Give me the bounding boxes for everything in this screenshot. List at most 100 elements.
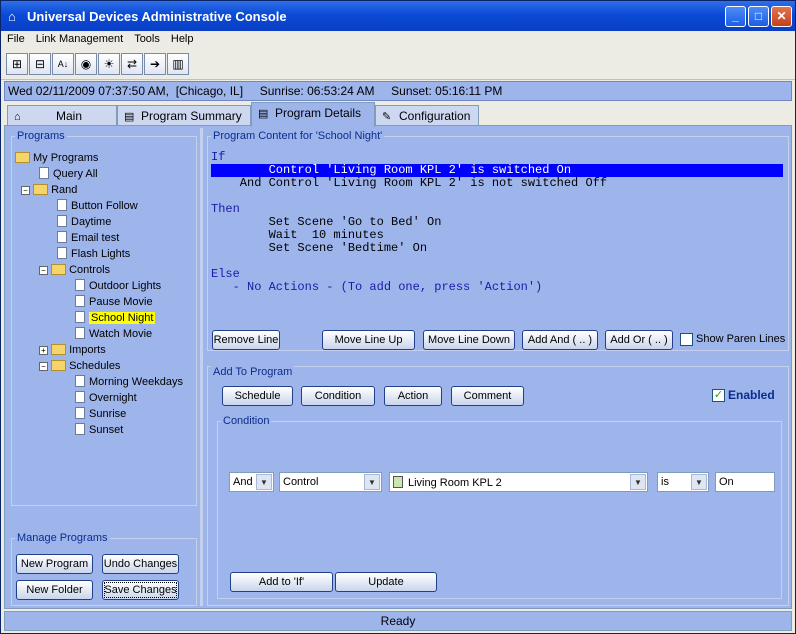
tree-item-query-all[interactable]: Query All bbox=[39, 167, 98, 181]
move-line-up-button[interactable]: Move Line Up bbox=[322, 330, 415, 350]
programs-panel-title: Programs bbox=[15, 130, 67, 142]
keypad-icon bbox=[393, 476, 403, 488]
sort-az-icon[interactable]: A↓ bbox=[52, 53, 74, 75]
tree-item-morning-weekdays[interactable]: Morning Weekdays bbox=[75, 375, 183, 389]
tree-item-controls[interactable]: − Controls bbox=[39, 263, 110, 277]
enabled-checkbox[interactable]: ✓ bbox=[712, 389, 725, 402]
folder-icon bbox=[51, 344, 67, 355]
tree-item-button-follow[interactable]: Button Follow bbox=[57, 199, 138, 213]
remove-line-button[interactable]: Remove Line bbox=[212, 330, 280, 350]
collapse-icon[interactable]: − bbox=[39, 362, 48, 371]
program-icon bbox=[75, 311, 85, 323]
program-icon bbox=[75, 295, 85, 307]
expand-all-icon[interactable]: ⊞ bbox=[6, 53, 28, 75]
undo-changes-button[interactable]: Undo Changes bbox=[102, 554, 179, 574]
tab-main[interactable]: ⌂ Main bbox=[7, 105, 117, 126]
add-to-program-title: Add To Program bbox=[211, 366, 295, 378]
condition-button[interactable]: Condition bbox=[301, 386, 375, 406]
logic-operator-select[interactable]: And ▼ bbox=[229, 472, 274, 492]
program-icon bbox=[75, 391, 85, 403]
chevron-down-icon: ▼ bbox=[256, 474, 272, 490]
then-label: Then bbox=[211, 202, 240, 216]
program-icon bbox=[75, 423, 85, 435]
arrow-right-icon[interactable]: ➔ bbox=[144, 53, 166, 75]
update-button[interactable]: Update bbox=[335, 572, 437, 592]
program-icon bbox=[75, 407, 85, 419]
if-line-1[interactable]: Control 'Living Room KPL 2' is switched … bbox=[211, 163, 571, 177]
maximize-button[interactable]: □ bbox=[748, 6, 769, 27]
tree-item-outdoor-lights[interactable]: Outdoor Lights bbox=[75, 279, 161, 293]
comparator-select[interactable]: is ▼ bbox=[657, 472, 709, 492]
new-folder-button[interactable]: New Folder bbox=[16, 580, 93, 600]
manage-programs-title: Manage Programs bbox=[15, 532, 110, 544]
folder-open-icon bbox=[51, 360, 67, 371]
document-icon: ▤ bbox=[258, 108, 269, 120]
show-paren-lines-checkbox[interactable] bbox=[680, 333, 693, 346]
tree-item-daytime[interactable]: Daytime bbox=[57, 215, 111, 229]
then-line-2[interactable]: Wait 10 minutes bbox=[211, 228, 384, 242]
tree-item-pause-movie[interactable]: Pause Movie bbox=[75, 295, 153, 309]
tab-program-summary[interactable]: ▤ Program Summary bbox=[117, 105, 251, 126]
wrench-icon: ✎ bbox=[382, 111, 392, 123]
condition-type-select[interactable]: Control ▼ bbox=[279, 472, 382, 492]
value-input[interactable]: On bbox=[715, 472, 775, 492]
else-line-1[interactable]: - No Actions - (To add one, press 'Actio… bbox=[211, 280, 543, 294]
tree-item-school-night[interactable]: School Night bbox=[75, 311, 156, 325]
collapse-icon[interactable]: − bbox=[39, 266, 48, 275]
menu-tools[interactable]: Tools bbox=[128, 31, 165, 45]
program-icon bbox=[75, 279, 85, 291]
tree-item-email-test[interactable]: Email test bbox=[57, 231, 119, 245]
sunrise-time: Sunrise: 06:53:24 AM bbox=[259, 84, 375, 98]
menu-file[interactable]: File bbox=[1, 31, 30, 45]
add-or-button[interactable]: Add Or ( .. ) bbox=[605, 330, 673, 350]
link-icon[interactable]: ⇄ bbox=[121, 53, 143, 75]
program-icon bbox=[75, 327, 85, 339]
tab-configuration[interactable]: ✎ Configuration bbox=[375, 105, 479, 126]
schedule-button[interactable]: Schedule bbox=[222, 386, 293, 406]
tree-item-my-programs[interactable]: My Programs bbox=[15, 151, 98, 165]
toolbar: ⊞ ⊟ A↓ ◉ ☀ ⇄ ➔ ▥ bbox=[1, 50, 795, 80]
show-paren-lines-label: Show Paren Lines bbox=[696, 333, 786, 345]
tree-item-flash-lights[interactable]: Flash Lights bbox=[57, 247, 130, 261]
tree-item-overnight[interactable]: Overnight bbox=[75, 391, 137, 405]
menu-bar: File Link Management Tools Help bbox=[1, 31, 795, 50]
menu-help[interactable]: Help bbox=[165, 31, 199, 45]
tree-item-rand[interactable]: − Rand bbox=[21, 183, 77, 197]
then-line-3[interactable]: Set Scene 'Bedtime' On bbox=[211, 241, 427, 255]
action-button[interactable]: Action bbox=[384, 386, 442, 406]
close-button[interactable]: ✕ bbox=[771, 6, 792, 27]
light-bulb-icon[interactable]: ☀ bbox=[98, 53, 120, 75]
system-status-line: Wed 02/11/2009 07:37:50 AM, [Chicago, IL… bbox=[4, 81, 792, 101]
tree-item-sunrise[interactable]: Sunrise bbox=[75, 407, 126, 421]
tree-item-schedules[interactable]: − Schedules bbox=[39, 359, 120, 373]
device-select[interactable]: Living Room KPL 2 ▼ bbox=[389, 472, 648, 492]
collapse-icon[interactable]: − bbox=[21, 186, 30, 195]
folder-open-icon bbox=[51, 264, 67, 275]
tree-item-watch-movie[interactable]: Watch Movie bbox=[75, 327, 152, 341]
comment-button[interactable]: Comment bbox=[451, 386, 524, 406]
else-label: Else bbox=[211, 267, 240, 281]
splitter[interactable] bbox=[200, 128, 203, 606]
chevron-down-icon: ▼ bbox=[364, 474, 380, 490]
tree-item-imports[interactable]: + Imports bbox=[39, 343, 106, 357]
enabled-label: Enabled bbox=[728, 388, 775, 402]
menu-link-management[interactable]: Link Management bbox=[30, 31, 128, 45]
location: [Chicago, IL] bbox=[175, 84, 244, 98]
chart-icon[interactable]: ▥ bbox=[167, 53, 189, 75]
tab-program-details[interactable]: ▤ Program Details bbox=[251, 102, 375, 127]
condition-title: Condition bbox=[221, 415, 272, 427]
tree-item-sunset[interactable]: Sunset bbox=[75, 423, 123, 437]
save-changes-button[interactable]: Save Changes bbox=[102, 580, 179, 600]
add-to-if-button[interactable]: Add to 'If' bbox=[230, 572, 333, 592]
then-line-1[interactable]: Set Scene 'Go to Bed' On bbox=[211, 215, 442, 229]
tab-content: Programs My Programs Query All − Rand Bu… bbox=[4, 125, 792, 609]
expand-icon[interactable]: + bbox=[39, 346, 48, 355]
move-line-down-button[interactable]: Move Line Down bbox=[423, 330, 515, 350]
new-program-button[interactable]: New Program bbox=[16, 554, 93, 574]
globe-icon[interactable]: ◉ bbox=[75, 53, 97, 75]
collapse-all-icon[interactable]: ⊟ bbox=[29, 53, 51, 75]
add-and-button[interactable]: Add And ( .. ) bbox=[522, 330, 598, 350]
if-line-2[interactable]: And Control 'Living Room KPL 2' is not s… bbox=[211, 176, 607, 190]
minimize-button[interactable]: _ bbox=[725, 6, 746, 27]
title-bar[interactable]: ⌂ Universal Devices Administrative Conso… bbox=[1, 1, 795, 31]
